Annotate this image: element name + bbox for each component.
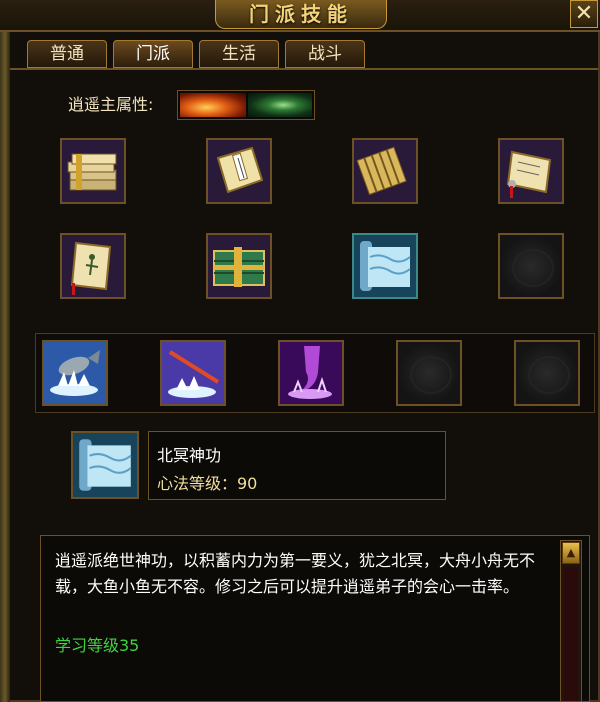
blue-scroll-icon	[354, 235, 416, 297]
window-title: 门派技能	[215, 0, 387, 29]
book-stack-icon	[62, 140, 124, 202]
tab-life[interactable]: 生活	[199, 40, 279, 68]
skill-name: 北冥神功	[157, 446, 222, 465]
skill-slot-8[interactable]	[498, 233, 564, 299]
tab-sect[interactable]: 门派	[113, 40, 193, 68]
selected-skill-slot[interactable]	[71, 431, 139, 499]
description-scrollbar[interactable]: ▲	[560, 540, 582, 702]
tab-normal[interactable]: 普通	[27, 40, 107, 68]
skill-slot-3[interactable]	[352, 138, 418, 204]
poison-attribute-icon	[248, 93, 312, 117]
scroll-track[interactable]	[564, 567, 578, 701]
skill-slot-1[interactable]	[60, 138, 126, 204]
bamboo-scroll-icon	[354, 140, 416, 202]
selected-skill-info: 北冥神功 心法等级：90	[148, 431, 446, 500]
left-frame-strip	[0, 30, 10, 702]
skill-slot-4[interactable]	[498, 138, 564, 204]
main-attribute-label: 逍遥主属性:	[68, 95, 154, 114]
close-button[interactable]: ✕	[570, 0, 598, 28]
skill-description: 逍遥派绝世神功，以积蓄内力为第一要义，犹之北冥，大舟小舟无不载，大鱼小鱼无不容。…	[55, 551, 536, 596]
scroll-up-button[interactable]: ▲	[562, 542, 580, 564]
tied-books-icon	[208, 235, 270, 297]
purple-whirlwind-icon	[280, 342, 342, 404]
tab-divider	[10, 68, 598, 70]
bar-slot-2[interactable]	[160, 340, 226, 406]
leaping-fish-icon	[44, 342, 106, 404]
bar-slot-4[interactable]	[396, 340, 462, 406]
empty-slot-icon	[500, 235, 562, 297]
manual-book-icon	[208, 140, 270, 202]
bar-slot-3[interactable]	[278, 340, 344, 406]
description-box: 逍遥派绝世神功，以积蓄内力为第一要义，犹之北冥，大舟小舟无不载，大鱼小鱼无不容。…	[40, 535, 590, 702]
skill-slot-2[interactable]	[206, 138, 272, 204]
figure-scroll-icon	[62, 235, 124, 297]
skill-slot-6[interactable]	[206, 233, 272, 299]
fishing-rod-icon	[162, 342, 224, 404]
learn-level-requirement: 学习等级35	[55, 636, 140, 655]
blue-scroll-icon	[73, 433, 137, 497]
skill-slot-5[interactable]	[60, 233, 126, 299]
empty-slot-icon	[516, 342, 578, 404]
title-bar: 门派技能 ✕	[0, 0, 600, 32]
bar-slot-5[interactable]	[514, 340, 580, 406]
skill-slot-7[interactable]	[352, 233, 418, 299]
skill-level: 心法等级：90	[157, 474, 258, 493]
open-scroll-icon	[500, 140, 562, 202]
main-attribute-icons	[177, 90, 315, 120]
empty-slot-icon	[398, 342, 460, 404]
tab-combat[interactable]: 战斗	[285, 40, 365, 68]
fire-attribute-icon	[180, 93, 246, 117]
bar-slot-1[interactable]	[42, 340, 108, 406]
